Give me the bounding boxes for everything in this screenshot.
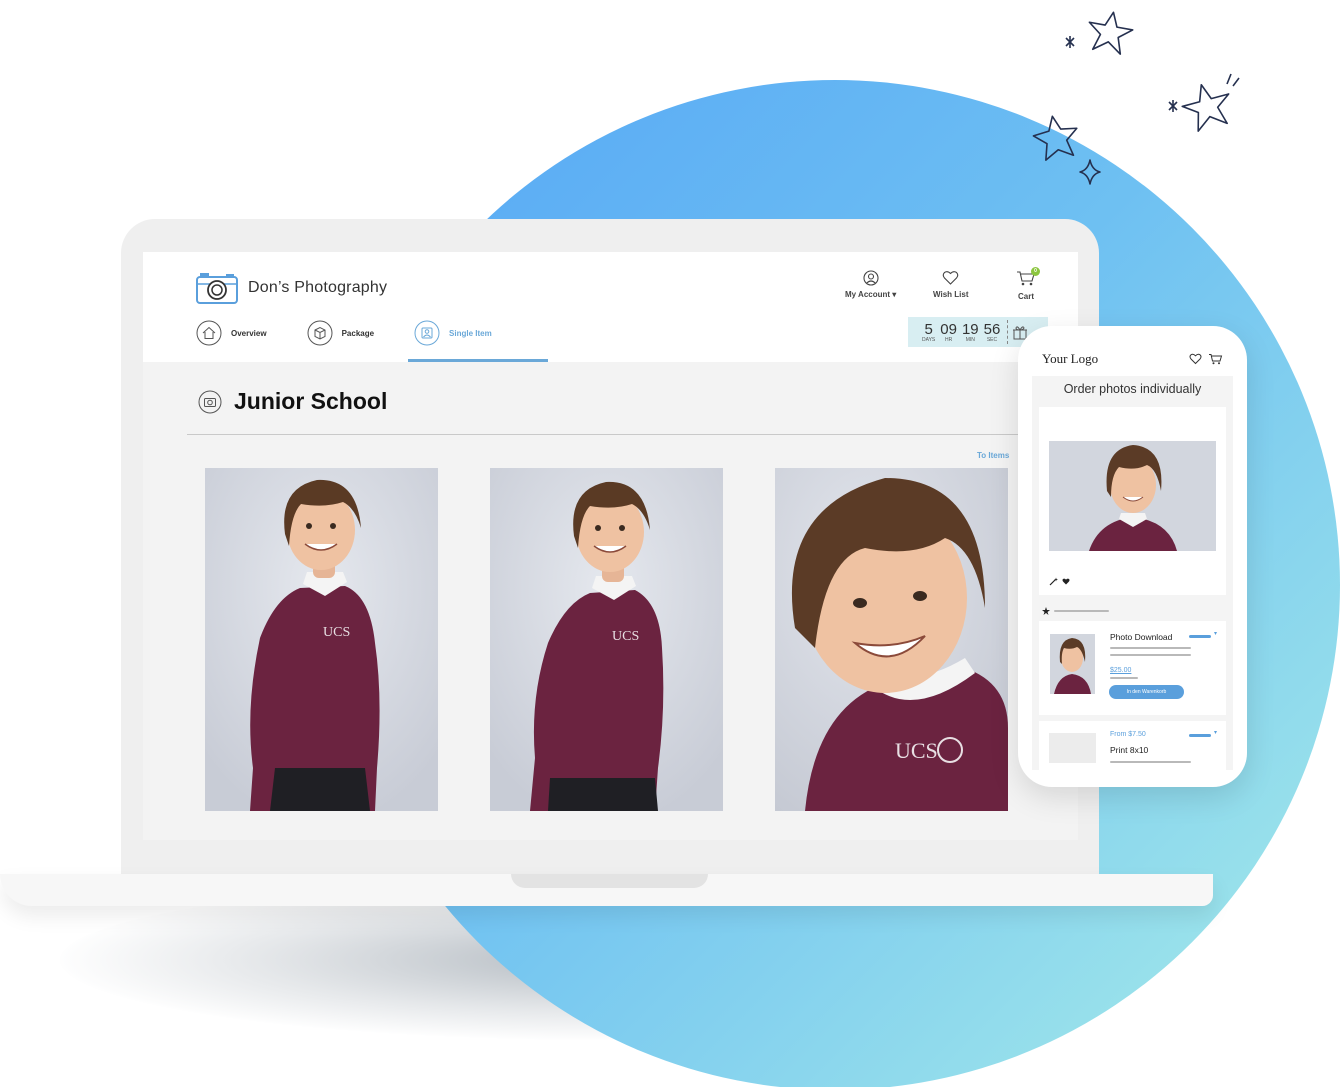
placeholder-line [1110, 761, 1191, 763]
chevron-down-icon: ▾ [892, 290, 897, 299]
active-tab-indicator [408, 359, 548, 362]
heart-icon [942, 271, 959, 285]
phone-preview-photo[interactable] [1049, 441, 1216, 551]
product-price: $25.00 [1110, 667, 1132, 674]
student-photo-2-image: UCS [490, 468, 723, 811]
cart-label: Cart [1017, 292, 1034, 301]
countdown-minutes-label: MIN [965, 336, 975, 343]
product-title: Print 8x10 [1110, 745, 1149, 755]
svg-text:UCS: UCS [612, 629, 639, 644]
placeholder-line [1054, 610, 1109, 612]
tab-package[interactable]: Package [307, 320, 374, 346]
phone-photo-card [1039, 407, 1226, 595]
star-doodle-icon [1065, 11, 1134, 55]
product-from-price: From $7.50 [1110, 731, 1146, 738]
marketing-composition: Don’s Photography My Account ▾ Wish List [0, 0, 1344, 1087]
countdown-days-label: DAYS [922, 336, 936, 343]
countdown-hours-label: HR [944, 336, 953, 343]
product-thumbnail[interactable] [1050, 634, 1095, 694]
countdown-days: 5 DAYS [922, 322, 935, 343]
countdown-hours: 09 HR [940, 322, 957, 343]
chevron-down-icon[interactable]: ▾ [1214, 630, 1217, 637]
cart-icon[interactable] [1208, 353, 1223, 365]
laptop-notch [511, 874, 708, 888]
tab-single-item[interactable]: Single Item [414, 320, 492, 346]
heart-icon[interactable] [1189, 353, 1202, 365]
student-photo-3[interactable]: UCS [775, 468, 1008, 811]
box-icon [307, 320, 333, 346]
quantity-indicator[interactable] [1189, 734, 1211, 737]
tab-overview[interactable]: Overview [196, 320, 267, 346]
student-photo-3-image: UCS [775, 468, 1008, 811]
laptop-screen: Don’s Photography My Account ▾ Wish List [143, 252, 1078, 840]
heart-filled-icon[interactable] [1062, 578, 1070, 585]
camera-logo-icon [196, 273, 238, 304]
countdown-hours-value: 09 [940, 320, 957, 338]
tab-overview-label: Overview [231, 328, 267, 338]
magic-wand-icon[interactable] [1049, 577, 1059, 586]
countdown-minutes: 19 MIN [962, 322, 979, 343]
countdown-seconds: 56 SEC [984, 322, 1001, 343]
student-photo-1-image: UCS [205, 468, 438, 811]
countdown-days-value: 5 [924, 320, 933, 338]
user-circle-icon [863, 270, 879, 286]
phone-header-actions [1189, 353, 1223, 365]
svg-text:UCS: UCS [323, 625, 350, 640]
brand[interactable]: Don’s Photography [196, 272, 387, 304]
main-nav: Overview Package Single Item [196, 320, 532, 346]
star-doodle-icon [1168, 73, 1240, 132]
to-items-link[interactable]: To Items [977, 451, 1009, 460]
camera-icon [198, 390, 222, 413]
countdown-seconds-label: SEC [986, 336, 998, 343]
wish-list-label: Wish List [933, 290, 969, 299]
tab-single-item-label: Single Item [449, 328, 492, 338]
product-thumbnail-placeholder [1049, 733, 1096, 763]
phone-screen: Your Logo Order photos individually Phot… [1032, 342, 1233, 770]
phone-heading: Order photos individually [1063, 382, 1202, 396]
page-title-text: Junior School [234, 388, 388, 414]
product-title: Photo Download [1110, 632, 1173, 642]
my-account-label: My Account ▾ [845, 290, 897, 299]
svg-text:UCS: UCS [895, 738, 938, 763]
student-photo-1[interactable]: UCS [205, 468, 438, 811]
countdown-separator [1007, 320, 1009, 344]
phone-header: Your Logo [1032, 342, 1233, 376]
single-photo-icon [414, 320, 440, 346]
page-title: Junior School [198, 388, 387, 415]
placeholder-line [1110, 647, 1191, 649]
placeholder-line [1110, 677, 1138, 679]
brand-name: Don’s Photography [248, 279, 388, 296]
countdown-minutes-value: 19 [961, 320, 979, 338]
add-to-cart-button[interactable]: In den Warenkorb [1109, 685, 1184, 699]
tab-package-label: Package [341, 328, 375, 338]
cart-badge: 0 [1031, 267, 1040, 276]
phone-mockup: Your Logo Order photos individually Phot… [1018, 326, 1247, 787]
star-doodle-icon [1032, 115, 1101, 185]
student-photo-2[interactable]: UCS [490, 468, 723, 811]
star-filled-icon [1042, 607, 1050, 615]
phone-logo[interactable]: Your Logo [1042, 351, 1098, 367]
phone-product-card-print: From $7.50 Print 8x10 ▾ [1039, 721, 1226, 770]
divider [187, 434, 1077, 435]
my-account-button[interactable]: My Account ▾ [845, 270, 896, 299]
store-header: Don’s Photography My Account ▾ Wish List [143, 252, 1078, 362]
phone-product-card-download: Photo Download ▾ $25.00 In den Warenkorb [1039, 621, 1226, 715]
wish-list-button[interactable]: Wish List [933, 270, 968, 299]
cart-button[interactable]: 0 Cart [1016, 267, 1040, 301]
countdown-seconds-value: 56 [983, 320, 1001, 338]
placeholder-line [1110, 654, 1191, 656]
home-icon [196, 320, 222, 346]
chevron-down-icon[interactable]: ▾ [1214, 729, 1217, 736]
quantity-indicator[interactable] [1189, 635, 1211, 638]
